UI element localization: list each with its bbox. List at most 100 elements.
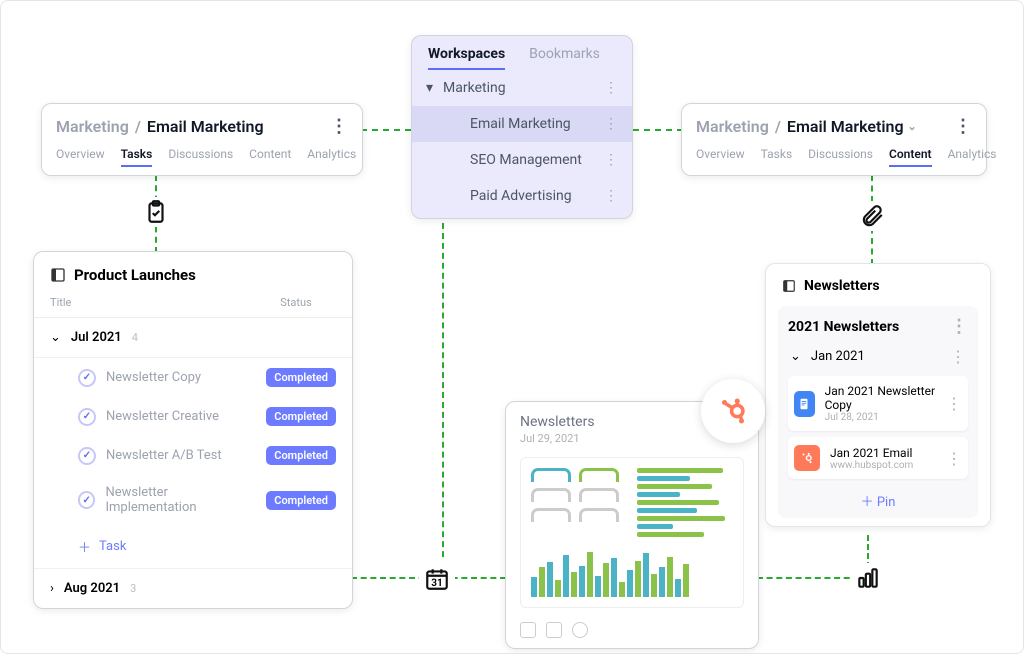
view-tabs: Overview Tasks Discussions Content Analy… [682,143,986,175]
caret-down-icon: ▾ [426,80,433,96]
tab-workspaces[interactable]: Workspaces [428,46,505,70]
doc-icon [794,391,815,417]
hubspot-badge [701,379,765,443]
breadcrumb-sep: / [135,117,141,136]
tab-bookmarks[interactable]: Bookmarks [529,46,600,70]
plus-icon: ＋ [861,495,874,510]
task-row[interactable]: Newsletter A/B Test Completed [34,436,352,475]
task-group[interactable]: ⌄ Jul 2021 4 [34,318,352,358]
workspace-item-label: SEO Management [470,152,604,168]
task-row[interactable]: Newsletter CopyCompleted [34,358,352,397]
task-name: Newsletter Implementation [105,485,256,515]
task-group[interactable]: › Aug 2021 3 [34,568,352,608]
pin-item[interactable]: Jan 2021 Emailwww.hubspot.com ⋮ [788,437,968,479]
calendar-icon: 31 [419,561,455,597]
tab-content[interactable]: Content [889,143,932,167]
tab-discussions[interactable]: Discussions [168,143,233,167]
clipboard-check-icon [141,197,171,227]
task-name: Newsletter A/B Test [106,448,222,463]
globe-icon[interactable] [572,622,588,638]
check-icon [78,369,96,387]
tasks-panel: Product Launches TitleStatus ⌄ Jul 2021 … [33,251,353,609]
more-icon[interactable]: ⋮ [604,152,618,168]
diagram-canvas: { "workspaces_panel": { "tabs": {"worksp… [0,0,1024,654]
pin-subtitle: www.hubspot.com [830,460,913,471]
tab-content[interactable]: Content [249,143,291,167]
col-status: Status [256,296,336,309]
pin-title: Jan 2021 Newsletter Copy [825,384,936,412]
export-icon[interactable] [520,622,536,638]
more-icon[interactable]: ⋮ [946,394,962,413]
right-header-card: Marketing / Email Marketing ⌄ ⋮ Overview… [681,103,987,176]
more-icon[interactable]: ⋮ [604,188,618,204]
more-icon[interactable]: ⋮ [950,347,966,366]
tab-tasks[interactable]: Tasks [121,143,153,167]
more-icon[interactable]: ⋮ [950,316,968,337]
status-badge: Completed [266,491,336,510]
left-header-card: Marketing / Email Marketing ⋮ Overview T… [41,103,363,176]
breadcrumb-parent[interactable]: Marketing [56,117,129,136]
pin-folder: 2021 Newsletters ⋮ ⌄ Jan 2021 ⋮ Jan 2021 … [778,306,978,518]
more-icon[interactable]: ⋮ [954,116,972,137]
chevron-down-icon: ⌄ [790,349,801,364]
status-badge: Completed [266,407,336,426]
group-label: Aug 2021 [64,581,120,596]
group-label: Jul 2021 [71,330,122,345]
check-icon [78,447,96,465]
task-name: Newsletter Creative [106,409,219,424]
breadcrumb-current[interactable]: Email Marketing [787,117,904,136]
chevron-right-icon: › [50,581,54,596]
check-icon [78,491,95,509]
more-icon[interactable]: ⋮ [604,80,618,96]
connector [361,129,411,131]
add-task-button[interactable]: ＋ Task [34,525,352,568]
view-tabs: Overview Tasks Discussions Content Analy… [42,143,362,175]
more-icon[interactable]: ⋮ [330,116,348,137]
chevron-down-icon: ⌄ [50,330,61,345]
share-icon[interactable] [546,622,562,638]
connector [442,223,444,577]
workspace-root[interactable]: ▾ Marketing ⋮ [412,70,632,106]
tab-overview[interactable]: Overview [696,143,745,167]
plus-icon: ＋ [78,537,91,556]
add-pin-button[interactable]: ＋ Pin [788,485,968,512]
pin-subtitle: Jul 28, 2021 [825,412,936,423]
connector [633,129,683,131]
breadcrumb-parent[interactable]: Marketing [696,117,769,136]
col-title: Title [50,296,256,309]
add-task-label: Task [99,539,126,554]
hubspot-icon [794,445,820,471]
task-row[interactable]: Newsletter Creative Completed [34,397,352,436]
workspace-item-seo[interactable]: SEO Management ⋮ [412,142,632,178]
tab-analytics[interactable]: Analytics [307,143,356,167]
report-preview [520,457,744,608]
panel-icon [50,267,66,283]
tab-analytics[interactable]: Analytics [948,143,997,167]
paperclip-icon [857,201,887,231]
workspace-item-email[interactable]: Email Marketing ⋮ [412,106,632,142]
tab-tasks[interactable]: Tasks [761,143,793,167]
add-pin-label: Pin [877,495,896,510]
chevron-down-icon[interactable]: ⌄ [908,120,917,133]
status-badge: Completed [266,446,336,465]
breadcrumb-current[interactable]: Email Marketing [147,117,264,136]
task-row[interactable]: Newsletter Implementation Completed [34,475,352,525]
group-count: 4 [132,331,138,344]
pin-item[interactable]: Jan 2021 Newsletter CopyJul 28, 2021 ⋮ [788,376,968,431]
pin-group-label: Jan 2021 [811,349,865,364]
pin-title: Jan 2021 Email [830,446,913,460]
workspace-item-paid[interactable]: Paid Advertising ⋮ [412,178,632,218]
more-icon[interactable]: ⋮ [604,116,618,132]
panel-icon [782,279,796,293]
pin-group[interactable]: ⌄ Jan 2021 ⋮ [788,337,968,376]
folder-title: 2021 Newsletters [788,319,899,335]
pins-title: Newsletters [804,278,880,294]
group-count: 3 [130,582,136,595]
check-icon [78,408,96,426]
workspace-item-label: Paid Advertising [470,188,604,204]
tab-overview[interactable]: Overview [56,143,105,167]
calendar-day: 31 [431,578,442,589]
tab-discussions[interactable]: Discussions [808,143,873,167]
bar-chart-icon [853,563,883,593]
more-icon[interactable]: ⋮ [946,449,962,468]
